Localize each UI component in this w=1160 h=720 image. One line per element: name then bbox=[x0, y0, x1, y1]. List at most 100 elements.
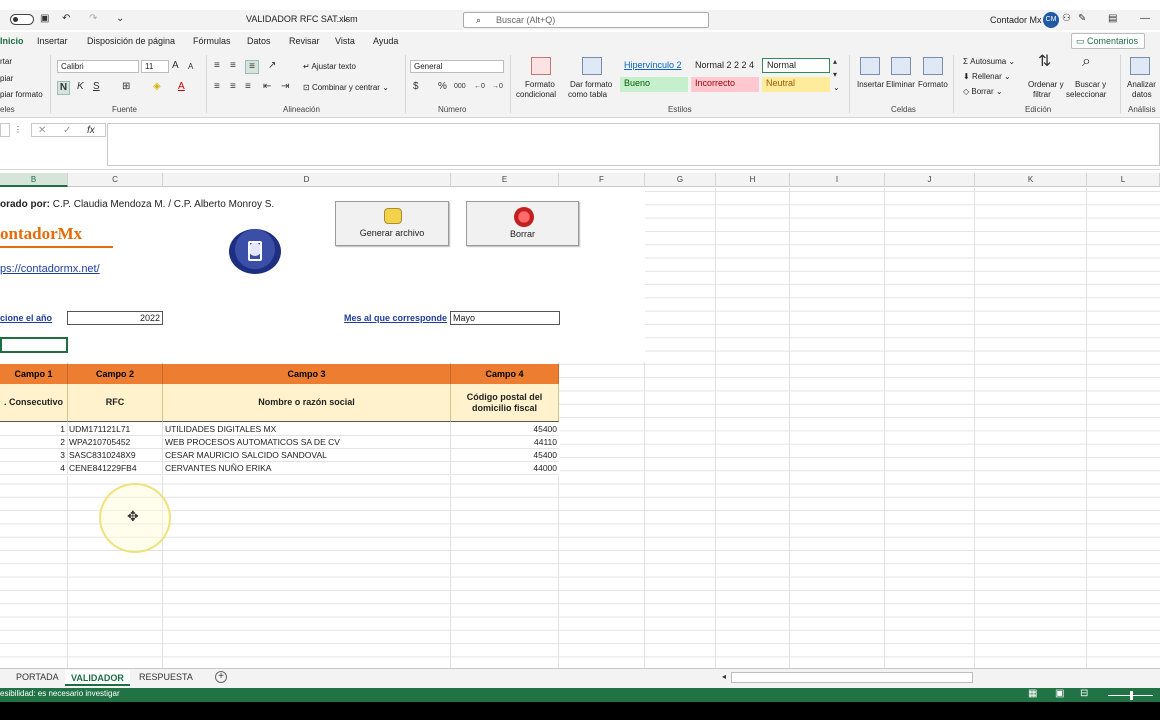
formula-input[interactable] bbox=[107, 123, 1160, 166]
format-table-icon[interactable] bbox=[582, 57, 602, 75]
align-top-icon[interactable]: ≡ bbox=[214, 60, 220, 72]
scroll-left-icon[interactable]: ◂ bbox=[722, 671, 726, 683]
align-left-icon[interactable]: ≡ bbox=[214, 81, 220, 93]
italic-icon[interactable]: K bbox=[77, 81, 84, 93]
search-box[interactable]: ⌕ Buscar (Alt+Q) bbox=[463, 12, 709, 28]
currency-icon[interactable]: $ bbox=[413, 81, 419, 93]
tab-formulas[interactable]: Fórmulas bbox=[193, 36, 231, 46]
find-select-line1[interactable]: Buscar y bbox=[1075, 80, 1106, 89]
find-select-line2[interactable]: seleccionar bbox=[1066, 90, 1106, 99]
fx-icon[interactable]: fx bbox=[87, 125, 95, 137]
align-middle-icon[interactable]: ≡ bbox=[230, 60, 236, 72]
year-input[interactable]: 2022 bbox=[67, 311, 163, 325]
style-normal[interactable]: Normal bbox=[762, 58, 830, 73]
underline-icon[interactable]: S bbox=[93, 81, 100, 93]
indent-icon[interactable]: ⇤ bbox=[263, 81, 271, 93]
avatar[interactable]: CM bbox=[1043, 12, 1059, 28]
user-name[interactable]: Contador Mx bbox=[990, 15, 1042, 25]
tab-insertar[interactable]: Insertar bbox=[37, 36, 68, 46]
align-right-icon[interactable]: ≡ bbox=[245, 81, 251, 93]
undo-icon[interactable]: ↶ bbox=[62, 13, 70, 25]
number-format-combo[interactable]: General bbox=[410, 60, 504, 73]
decrease-font-icon[interactable]: A bbox=[188, 61, 193, 73]
conditional-format-button[interactable]: Formato bbox=[525, 80, 555, 89]
ribbon-display-icon[interactable]: ▤ bbox=[1108, 13, 1117, 25]
redo-icon[interactable]: ↷ bbox=[89, 13, 97, 25]
enter-icon[interactable]: ✓ bbox=[63, 125, 71, 137]
delete-button[interactable]: Borrar bbox=[466, 201, 579, 246]
col-header-e[interactable]: E bbox=[451, 173, 559, 187]
analyze-data-line1[interactable]: Analizar bbox=[1127, 80, 1156, 89]
delete-cells-button[interactable]: Eliminar bbox=[886, 80, 915, 89]
style-neutral[interactable]: Neutral bbox=[762, 77, 830, 92]
zoom-slider-thumb[interactable] bbox=[1130, 691, 1133, 700]
col-header-b[interactable]: B bbox=[0, 173, 68, 187]
col-header-l[interactable]: L bbox=[1087, 173, 1160, 187]
tab-revisar[interactable]: Revisar bbox=[289, 36, 320, 46]
comments-button[interactable]: ▭ Comentarios bbox=[1071, 33, 1145, 49]
horizontal-scrollbar[interactable] bbox=[731, 672, 973, 683]
month-input[interactable]: Mayo bbox=[450, 311, 560, 325]
tab-ayuda[interactable]: Ayuda bbox=[373, 36, 398, 46]
align-center-icon[interactable]: ≡ bbox=[230, 81, 236, 93]
font-name-combo[interactable]: Calibri bbox=[57, 60, 139, 73]
col-header-h[interactable]: H bbox=[716, 173, 790, 187]
insert-cells-button[interactable]: Insertar bbox=[857, 80, 884, 89]
sheet-tab-validador[interactable]: VALIDADOR bbox=[65, 670, 130, 686]
delete-cells-icon[interactable] bbox=[891, 57, 911, 75]
namebox-more-icon[interactable]: ⋮ bbox=[14, 124, 22, 136]
generate-file-button[interactable]: Generar archivo bbox=[335, 201, 449, 246]
autosum-button[interactable]: Σ Autosuma ⌄ bbox=[963, 57, 1015, 66]
tab-datos[interactable]: Datos bbox=[247, 36, 271, 46]
sheet-tab-portada[interactable]: PORTADA bbox=[16, 672, 59, 682]
font-size-combo[interactable]: 11 bbox=[141, 60, 169, 73]
thousands-icon[interactable]: 000 bbox=[454, 81, 466, 93]
format-cells-button[interactable]: Formato bbox=[918, 80, 948, 89]
styles-more-icon[interactable]: ⌄ bbox=[833, 82, 840, 94]
tab-disposicion[interactable]: Disposición de página bbox=[87, 36, 175, 46]
find-select-icon[interactable]: ⌕ bbox=[1082, 54, 1091, 70]
accessibility-status[interactable]: esibilidad: es necesario investigar bbox=[0, 689, 120, 698]
sort-filter-line2[interactable]: filtrar bbox=[1033, 90, 1051, 99]
font-color-icon[interactable]: A bbox=[178, 81, 185, 93]
tab-inicio[interactable]: Inicio bbox=[0, 36, 24, 46]
percent-icon[interactable]: % bbox=[438, 81, 447, 93]
minimize-icon[interactable]: — bbox=[1140, 13, 1150, 25]
style-normal-2224[interactable]: Normal 2 2 2 4 bbox=[691, 59, 759, 74]
sort-filter-line1[interactable]: Ordenar y bbox=[1028, 80, 1064, 89]
page-layout-icon[interactable]: ▣ bbox=[1055, 688, 1064, 700]
sheet-tab-respuesta[interactable]: RESPUESTA bbox=[139, 672, 193, 682]
cancel-icon[interactable]: ✕ bbox=[38, 125, 46, 137]
styles-scroll-up-icon[interactable]: ▴ bbox=[833, 56, 837, 68]
style-incorrecto[interactable]: Incorrecto bbox=[691, 77, 759, 92]
col-header-i[interactable]: I bbox=[790, 173, 885, 187]
insert-cells-icon[interactable] bbox=[860, 57, 880, 75]
fill-button[interactable]: ⬇ Rellenar ⌄ bbox=[963, 72, 1011, 81]
col-header-f[interactable]: F bbox=[559, 173, 645, 187]
borders-icon[interactable]: ⊞ bbox=[122, 81, 130, 93]
align-bottom-icon[interactable]: ≡ bbox=[245, 60, 259, 74]
bold-icon[interactable]: N bbox=[57, 81, 70, 95]
pen-icon[interactable]: ✎ bbox=[1078, 13, 1086, 25]
style-bueno[interactable]: Bueno bbox=[620, 77, 688, 92]
add-sheet-icon[interactable]: + bbox=[215, 671, 227, 683]
title-chevron-icon[interactable]: ⌄ bbox=[342, 13, 350, 24]
cut-button[interactable]: rtar bbox=[0, 57, 12, 66]
col-header-j[interactable]: J bbox=[885, 173, 975, 187]
wrap-text-button[interactable]: ↵ Ajustar texto bbox=[303, 62, 356, 71]
clear-button[interactable]: ◇ Borrar ⌄ bbox=[963, 87, 1003, 96]
col-header-c[interactable]: C bbox=[68, 173, 163, 187]
format-cells-icon[interactable] bbox=[923, 57, 943, 75]
copy-button[interactable]: piar bbox=[0, 74, 13, 83]
outdent-icon[interactable]: ⇥ bbox=[281, 81, 289, 93]
col-header-d[interactable]: D bbox=[163, 173, 451, 187]
format-table-button[interactable]: Dar formato bbox=[570, 80, 612, 89]
page-break-icon[interactable]: ⊟ bbox=[1080, 688, 1088, 700]
increase-font-icon[interactable]: A bbox=[172, 60, 179, 72]
decrease-decimal-icon[interactable]: →0 bbox=[492, 81, 503, 93]
col-header-g[interactable]: G bbox=[645, 173, 716, 187]
save-icon[interactable]: ▣ bbox=[40, 13, 49, 25]
normal-view-icon[interactable]: ▦ bbox=[1028, 688, 1037, 700]
coauthor-icon[interactable]: ⚇ bbox=[1062, 13, 1071, 25]
active-cell[interactable] bbox=[0, 337, 68, 353]
